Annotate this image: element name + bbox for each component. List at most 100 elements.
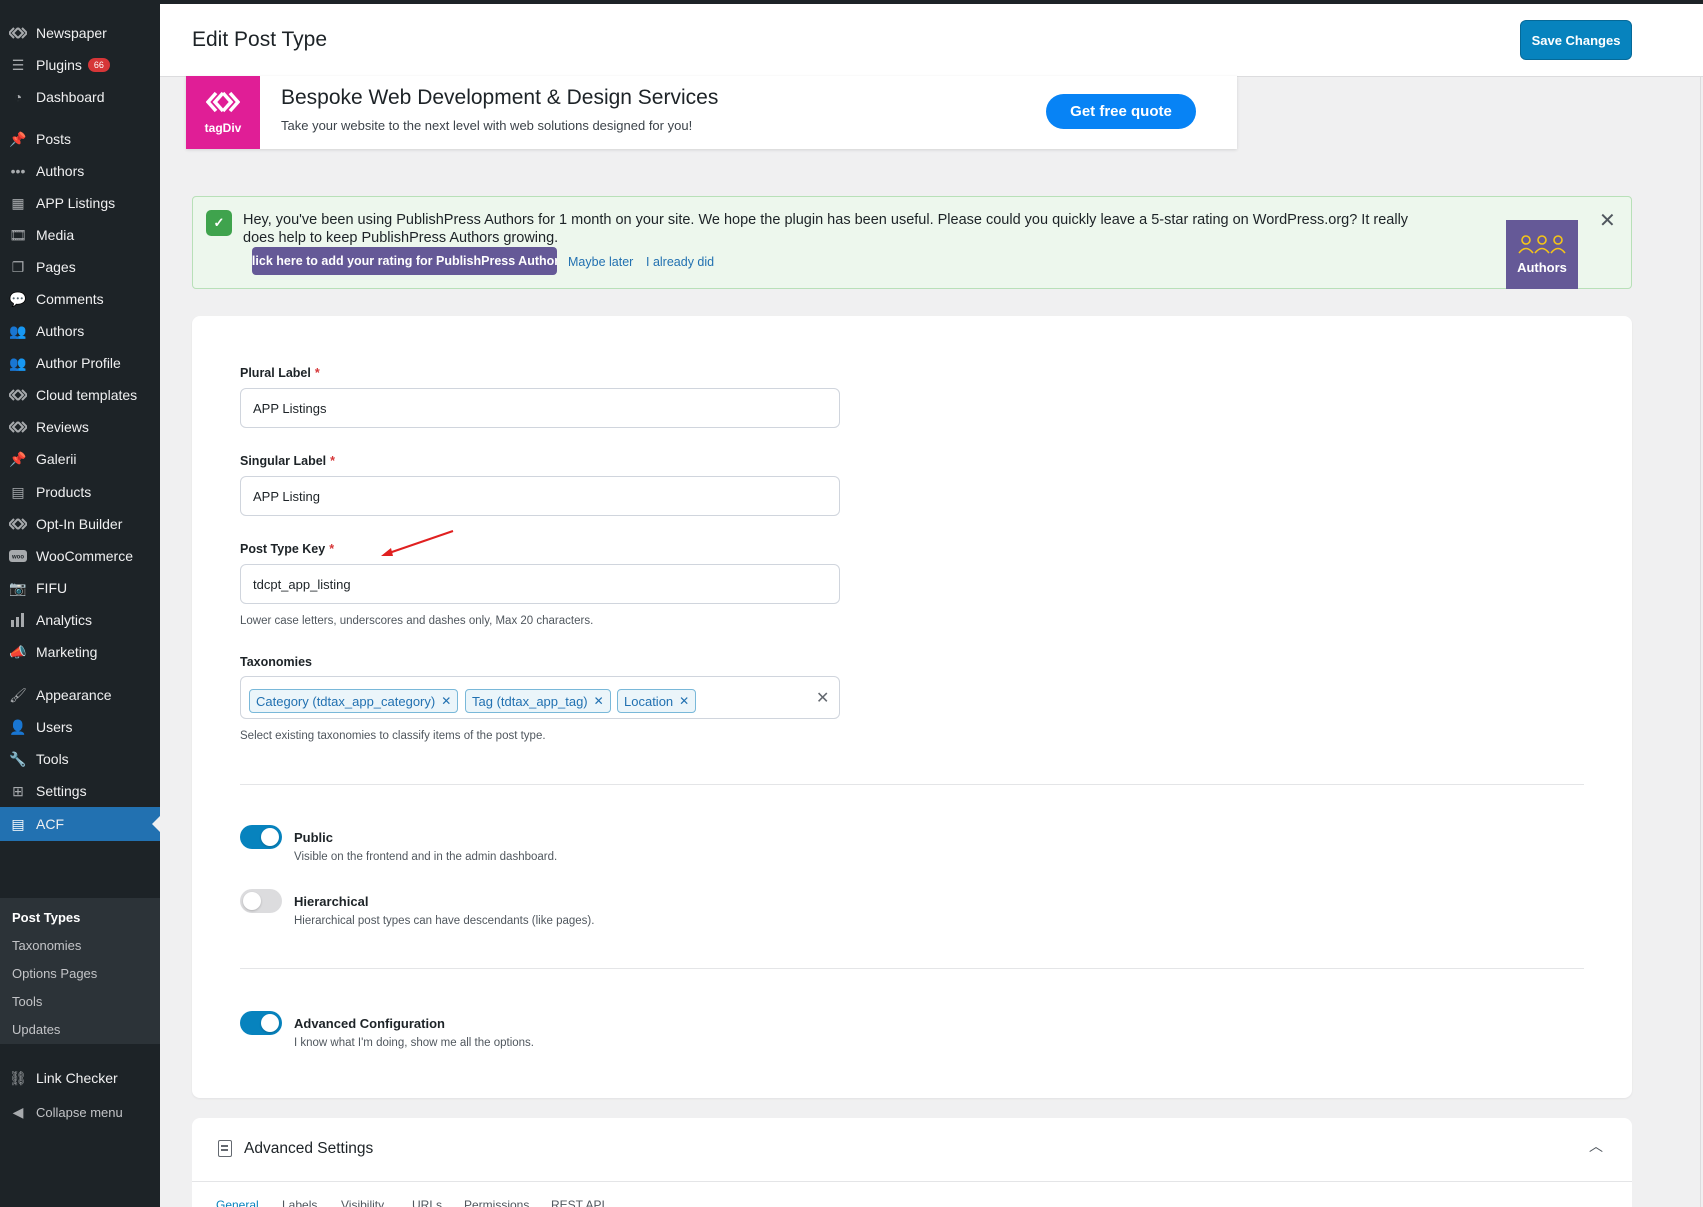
submenu-post-types[interactable]: Post Types [12, 910, 80, 925]
add-rating-button[interactable]: Click here to add your rating for Publis… [252, 247, 557, 275]
acf-icon: ▤ [11, 816, 25, 832]
authors-logo-icon [1518, 234, 1566, 257]
advanced-configuration-toggle[interactable] [240, 1011, 282, 1035]
taxonomy-chip-location[interactable]: Location ✕ [617, 689, 697, 713]
brush-icon: 🖌 [9, 687, 27, 703]
publishpress-authors-logo: Authors [1506, 220, 1578, 289]
page-header: Edit Post Type Save Changes [160, 4, 1703, 77]
publishpress-rating-notice: ✓ Hey, you've been using PublishPress Au… [192, 196, 1632, 289]
sidebar-item-pages[interactable]: ❐ Pages [0, 250, 160, 284]
taxonomy-chip-tag[interactable]: Tag (tdtax_app_tag) ✕ [465, 689, 611, 713]
sidebar-item-tools[interactable]: 🔧 Tools [0, 742, 160, 776]
woo-icon: woo [8, 546, 28, 566]
tab-permissions[interactable]: Permissions [464, 1198, 529, 1207]
tab-visibility[interactable]: Visibility [341, 1198, 384, 1207]
sidebar-item-opt-in-builder[interactable]: Opt-In Builder [0, 507, 160, 541]
sidebar-item-posts[interactable]: 📌 Posts [0, 122, 160, 156]
save-changes-button[interactable]: Save Changes [1520, 20, 1632, 60]
camera-icon: 📷 [9, 580, 27, 596]
link-checker-icon: ⛓ [9, 1070, 27, 1086]
sidebar-item-woocommerce[interactable]: woo WooCommerce [0, 539, 160, 573]
comments-icon: 💬 [9, 291, 27, 307]
products-icon: ▤ [11, 484, 25, 500]
advanced-settings-divider [192, 1181, 1632, 1182]
sidebar-item-authors[interactable]: ••• Authors [0, 154, 160, 188]
taxonomies-select[interactable]: Category (tdtax_app_category) ✕ Tag (tdta… [240, 676, 840, 719]
get-free-quote-button[interactable]: Get free quote [1046, 94, 1196, 129]
plugins-update-badge: 66 [87, 57, 110, 73]
check-icon: ✓ [206, 210, 232, 236]
sidebar-item-galerii[interactable]: 📌 Galerii [0, 442, 160, 476]
submenu-updates[interactable]: Updates [12, 1022, 60, 1037]
tagdiv-icon [8, 385, 28, 405]
notice-message: Hey, you've been using PublishPress Auth… [243, 212, 1409, 246]
sidebar-item-acf[interactable]: ▤ ACF [0, 807, 160, 841]
chevron-up-icon[interactable]: ︿ [1589, 1136, 1603, 1156]
advanced-configuration-desc: I know what I'm doing, show me all the o… [294, 1037, 534, 1049]
remove-chip-icon[interactable]: ✕ [441, 694, 451, 708]
sidebar-item-dashboard[interactable]: ◔ Dashboard [0, 80, 160, 114]
submenu-options-pages[interactable]: Options Pages [12, 966, 97, 981]
remove-chip-icon[interactable]: ✕ [594, 694, 604, 708]
collapse-menu-button[interactable]: ◀ Collapse menu [0, 1095, 160, 1129]
advanced-configuration-title: Advanced Configuration [294, 1016, 445, 1031]
sidebar-item-comments[interactable]: 💬 Comments [0, 282, 160, 316]
sidebar-item-cloud-templates[interactable]: Cloud templates [0, 378, 160, 412]
sidebar-item-settings[interactable]: ⊞ Settings [0, 774, 160, 808]
clear-all-icon[interactable]: ✕ [816, 688, 829, 708]
sidebar-item-marketing[interactable]: 📣 Marketing [0, 635, 160, 669]
advanced-settings-title: Advanced Settings [244, 1140, 374, 1157]
tab-urls[interactable]: URLs [412, 1198, 442, 1207]
sidebar-item-appearance[interactable]: 🖌 Appearance [0, 678, 160, 712]
section-divider [240, 968, 1584, 969]
pages-icon: ❐ [11, 259, 25, 275]
close-icon[interactable]: ✕ [1599, 208, 1616, 233]
tagdiv-icon [8, 23, 28, 43]
submenu-tools[interactable]: Tools [12, 994, 42, 1009]
sidebar-item-link-checker[interactable]: ⛓ Link Checker [0, 1061, 160, 1095]
pin-icon: 📌 [9, 131, 27, 147]
plural-label-input[interactable] [240, 388, 840, 428]
bar-chart-icon [8, 610, 28, 630]
sidebar-item-users[interactable]: 👤 Users [0, 710, 160, 744]
document-icon [218, 1140, 232, 1157]
already-did-link[interactable]: I already did [646, 255, 714, 269]
admin-sidebar: Newspaper ☰ Plugins 66 ◔ Dashboard 📌 Posts •… [0, 4, 160, 1207]
section-divider [240, 784, 1584, 785]
hierarchical-toggle[interactable] [240, 889, 282, 913]
required-asterisk: * [329, 542, 335, 556]
tab-rest-api[interactable]: REST API [551, 1198, 605, 1207]
submenu-taxonomies[interactable]: Taxonomies [12, 938, 81, 953]
public-toggle-title: Public [294, 830, 334, 845]
remove-chip-icon[interactable]: ✕ [679, 694, 689, 708]
public-toggle[interactable] [240, 825, 282, 849]
pin-icon: 📌 [9, 451, 27, 467]
authors-logo-label: Authors [1517, 260, 1567, 275]
plural-label-heading: Plural Label * [240, 366, 320, 380]
sidebar-item-newspaper[interactable]: Newspaper [0, 16, 160, 50]
post-type-key-input[interactable] [240, 564, 840, 604]
sidebar-item-app-listings[interactable]: ▦ APP Listings [0, 186, 160, 220]
sidebar-item-products[interactable]: ▤ Products [0, 475, 160, 509]
maybe-later-link[interactable]: Maybe later [568, 255, 633, 269]
banner-title: Bespoke Web Development & Design Service… [281, 86, 719, 109]
sidebar-item-reviews[interactable]: Reviews [0, 410, 160, 444]
tab-labels[interactable]: Labels [282, 1198, 317, 1207]
toggle-knob [261, 828, 279, 846]
sidebar-item-plugins[interactable]: ☰ Plugins 66 [0, 48, 160, 82]
sidebar-item-media[interactable]: 🎞 Media [0, 218, 160, 252]
tagdiv-icon [8, 417, 28, 437]
sidebar-item-analytics[interactable]: Analytics [0, 603, 160, 637]
media-icon: 🎞 [9, 227, 27, 243]
sidebar-item-authors-2[interactable]: 👥 Authors [0, 314, 160, 348]
public-toggle-desc: Visible on the frontend and in the admin… [294, 851, 558, 863]
tagdiv-logo: tagDiv [186, 76, 260, 149]
collapse-arrow-icon: ◀ [12, 1104, 24, 1120]
sidebar-item-author-profile[interactable]: 👥 Author Profile [0, 346, 160, 380]
sidebar-item-fifu[interactable]: 📷 FIFU [0, 571, 160, 605]
post-type-settings-panel: Plural Label* Singular Label* Post Type … [192, 316, 1632, 1098]
wrench-icon: 🔧 [9, 751, 27, 767]
taxonomy-chip-category[interactable]: Category (tdtax_app_category) ✕ [249, 689, 459, 713]
tab-general[interactable]: General [216, 1198, 259, 1207]
singular-label-input[interactable] [240, 476, 840, 516]
